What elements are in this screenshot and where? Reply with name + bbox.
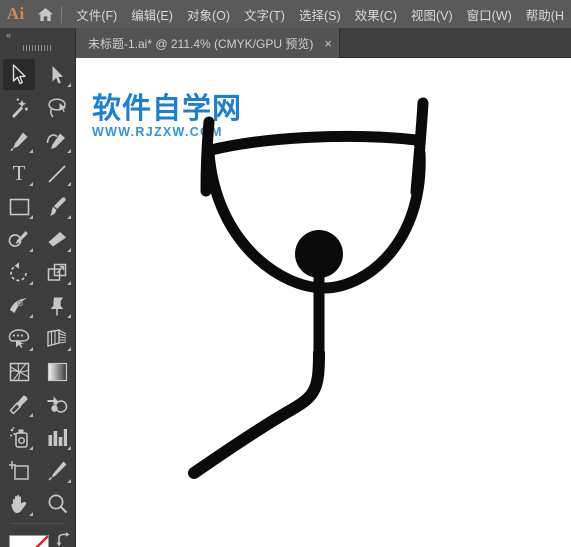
tool-more-indicator [67,83,71,87]
zoom-tool[interactable] [38,487,76,520]
pen-tool[interactable] [0,124,38,157]
column-graph-tool[interactable] [38,421,76,454]
menu-help[interactable]: 帮助(H [519,1,571,28]
menu-file[interactable]: 文件(F) [69,1,124,28]
tool-more-indicator [67,248,71,252]
close-icon[interactable]: × [324,37,332,50]
menu-edit[interactable]: 编辑(E) [124,1,180,28]
grip-lines [22,45,53,51]
document-tab[interactable]: 未标题-1.ai* @ 211.4% (CMYK/GPU 预览) × [76,28,340,58]
tool-more-indicator [29,149,33,153]
document-tab-label: 未标题-1.ai* @ 211.4% (CMYK/GPU 预览) [88,36,314,51]
toolbar-separator [10,523,65,524]
perspective-grid-tool[interactable] [38,322,76,355]
illustrator-window: Ai 文件(F) 编辑(E) 对象(O) 文字(T) 选择(S) 效果(C) 视… [0,0,571,547]
tool-more-indicator [67,149,71,153]
gradient-tool[interactable] [38,355,76,388]
mesh-tool[interactable] [0,355,38,388]
tool-more-indicator [29,248,33,252]
curvature-tool[interactable] [38,124,76,157]
artboard-tool[interactable] [0,454,38,487]
collapse-panel-button[interactable]: « [0,28,75,42]
paintbrush-tool[interactable] [38,190,76,223]
tool-more-indicator [29,215,33,219]
fill-stroke-controls [0,530,75,547]
tool-more-indicator [67,182,71,186]
type-T-icon: T [12,161,26,185]
tool-more-indicator [67,281,71,285]
shaper-pencil-tool[interactable] [0,223,38,256]
menu-effect[interactable]: 效果(C) [348,1,404,28]
shape-builder-tool[interactable] [0,322,38,355]
blend-tool[interactable] [38,388,76,421]
selection-tool[interactable] [0,58,38,91]
tool-more-indicator [29,182,33,186]
menu-type[interactable]: 文字(T) [237,1,292,28]
tool-more-indicator [67,314,71,318]
width-tool[interactable] [0,289,38,322]
direct-selection-tool[interactable] [38,58,76,91]
tools-panel: « T [0,28,76,547]
fill-swatch-none[interactable] [9,535,49,547]
menu-bar: Ai 文件(F) 编辑(E) 对象(O) 文字(T) 选择(S) 效果(C) 视… [0,0,571,28]
menu-view[interactable]: 视图(V) [404,1,460,28]
magic-wand-tool[interactable] [0,91,38,124]
weightlifter-stick-figure[interactable] [76,58,571,547]
tool-more-indicator [29,413,33,417]
tool-more-indicator [29,446,33,450]
line-segment-tool[interactable] [38,157,76,190]
menu-object[interactable]: 对象(O) [180,1,237,28]
home-icon[interactable] [31,7,59,22]
document-tab-bar: 未标题-1.ai* @ 211.4% (CMYK/GPU 预览) × [0,28,571,58]
tool-more-indicator [29,512,33,516]
eyedropper-tool[interactable] [0,388,38,421]
tool-grid: T [0,54,75,520]
type-tool[interactable]: T [0,157,38,190]
free-transform-tool[interactable] [38,289,76,322]
tool-more-indicator [67,446,71,450]
rotate-tool[interactable] [0,256,38,289]
tool-more-indicator [67,347,71,351]
menu-divider [61,5,63,23]
artboard-canvas[interactable]: 软件自学网 WWW.RJZXW.COM [76,58,571,547]
hand-tool[interactable] [0,487,38,520]
eraser-tool[interactable] [38,223,76,256]
rectangle-tool[interactable] [0,190,38,223]
ai-logo: Ai [6,4,25,23]
tool-more-indicator [29,347,33,351]
figure-head [295,230,343,278]
scale-tool[interactable] [38,256,76,289]
tool-more-indicator [29,281,33,285]
tool-more-indicator [67,479,71,483]
menu-select[interactable]: 选择(S) [292,1,348,28]
tool-more-indicator [29,314,33,318]
lasso-tool[interactable] [38,91,76,124]
menu-window[interactable]: 窗口(W) [460,1,519,28]
none-slash-icon [9,535,49,547]
panel-drag-handle[interactable] [0,42,75,54]
tool-more-indicator [67,215,71,219]
swap-fill-stroke-icon[interactable] [55,532,71,547]
symbol-sprayer-tool[interactable] [0,421,38,454]
slice-tool[interactable] [38,454,76,487]
